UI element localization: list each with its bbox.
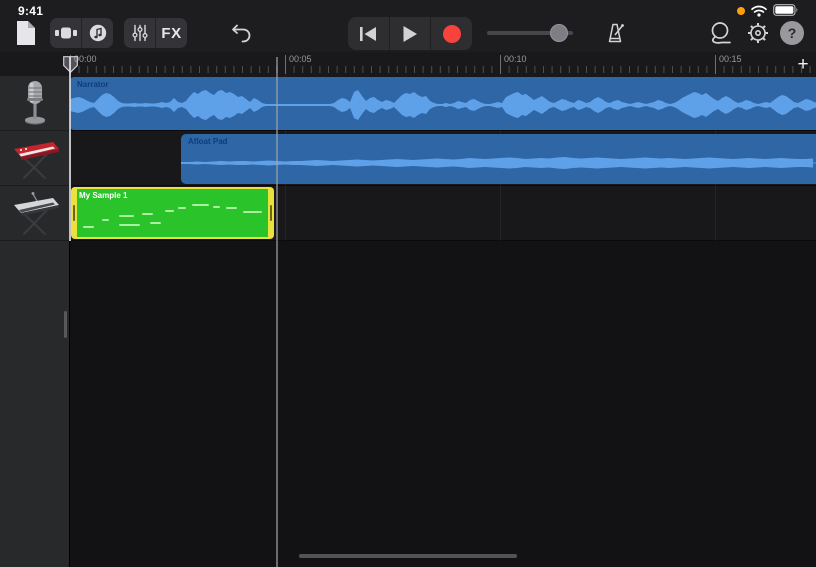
track-header-column: + [0, 76, 70, 567]
track-controls-button[interactable] [124, 18, 155, 48]
help-button[interactable]: ? [780, 21, 804, 45]
help-label: ? [788, 25, 797, 41]
mixer-segmented-control: FX [124, 18, 187, 48]
ruler-time-label: 00:05 [289, 54, 312, 64]
midi-note [226, 207, 237, 209]
horizontal-scrollbar[interactable] [299, 554, 517, 558]
toolbar: 9:41 [0, 0, 816, 52]
live-loops-view-button[interactable] [82, 18, 113, 48]
volume-slider-knob[interactable] [550, 24, 568, 42]
midi-note [142, 213, 153, 215]
rewind-button[interactable] [348, 17, 389, 50]
vertical-scrollbar[interactable] [64, 311, 67, 338]
rewind-icon [358, 26, 378, 42]
master-volume-slider[interactable] [483, 16, 577, 50]
midi-note [165, 210, 175, 212]
my-songs-button[interactable] [10, 19, 42, 47]
document-icon [15, 20, 37, 46]
track-header-afloat-pad[interactable] [0, 131, 69, 186]
settings-button[interactable] [743, 19, 773, 47]
loop-browser-icon [707, 21, 733, 45]
fx-label: FX [161, 25, 181, 42]
studio-microphone-icon [13, 78, 57, 128]
wifi-icon [751, 5, 767, 17]
garageband-window: 9:41 [0, 0, 816, 567]
recording-indicator-dot-icon [737, 7, 745, 15]
midi-note [102, 219, 110, 221]
record-icon [442, 24, 462, 44]
gear-icon [746, 21, 770, 45]
sampler-keyboard-icon [9, 188, 61, 238]
playhead-line [69, 57, 71, 241]
midi-note [150, 222, 161, 224]
live-loops-view-icon [89, 24, 107, 42]
metronome-button[interactable] [600, 19, 630, 47]
left-trim-handle[interactable] [73, 205, 75, 221]
ruler-labels: 00:0000:0500:1000:15 [70, 52, 816, 76]
add-section-button[interactable]: + [793, 55, 813, 75]
timeline-ruler[interactable]: 00:0000:0500:1000:15 [0, 52, 816, 77]
midi-note [192, 204, 209, 206]
midi-note [213, 206, 221, 208]
midi-note [243, 211, 262, 213]
play-button[interactable] [390, 17, 431, 50]
midi-note [83, 226, 94, 228]
red-synth-keyboard-icon [9, 134, 61, 182]
section-divider-line [276, 57, 278, 567]
record-button[interactable] [431, 17, 472, 50]
transport-controls [348, 17, 472, 50]
region-narrator[interactable]: Narrator [70, 77, 816, 130]
midi-note [119, 224, 140, 226]
status-time: 9:41 [18, 4, 43, 18]
undo-button[interactable] [226, 19, 256, 47]
metronome-icon [604, 22, 626, 44]
undo-icon [229, 21, 253, 45]
region-label: Narrator [77, 80, 109, 89]
track-header-narrator[interactable] [0, 76, 69, 131]
fx-button[interactable]: FX [156, 18, 187, 48]
narrator-waveform [70, 77, 816, 130]
play-icon [402, 25, 418, 43]
tracks-view-button[interactable] [50, 18, 81, 48]
battery-icon [772, 4, 800, 16]
tracks-lane-area: Narrator Afloat Pad My Sample 1 [70, 76, 816, 567]
loop-browser-button[interactable] [704, 19, 736, 47]
mixer-sliders-icon [131, 24, 149, 42]
ruler-time-label: 00:15 [719, 54, 742, 64]
view-segmented-control [50, 18, 113, 48]
region-label: My Sample 1 [79, 191, 127, 200]
tracks-view-icon [55, 26, 77, 40]
midi-note [119, 215, 134, 217]
ruler-time-label: 00:10 [504, 54, 527, 64]
region-label: Afloat Pad [188, 137, 228, 146]
region-my-sample-1[interactable]: My Sample 1 [71, 187, 274, 239]
midi-note [178, 207, 186, 209]
right-trim-handle[interactable] [270, 205, 272, 221]
track-header-my-sample-1[interactable] [0, 186, 69, 241]
midi-region-body: My Sample 1 [77, 189, 268, 237]
